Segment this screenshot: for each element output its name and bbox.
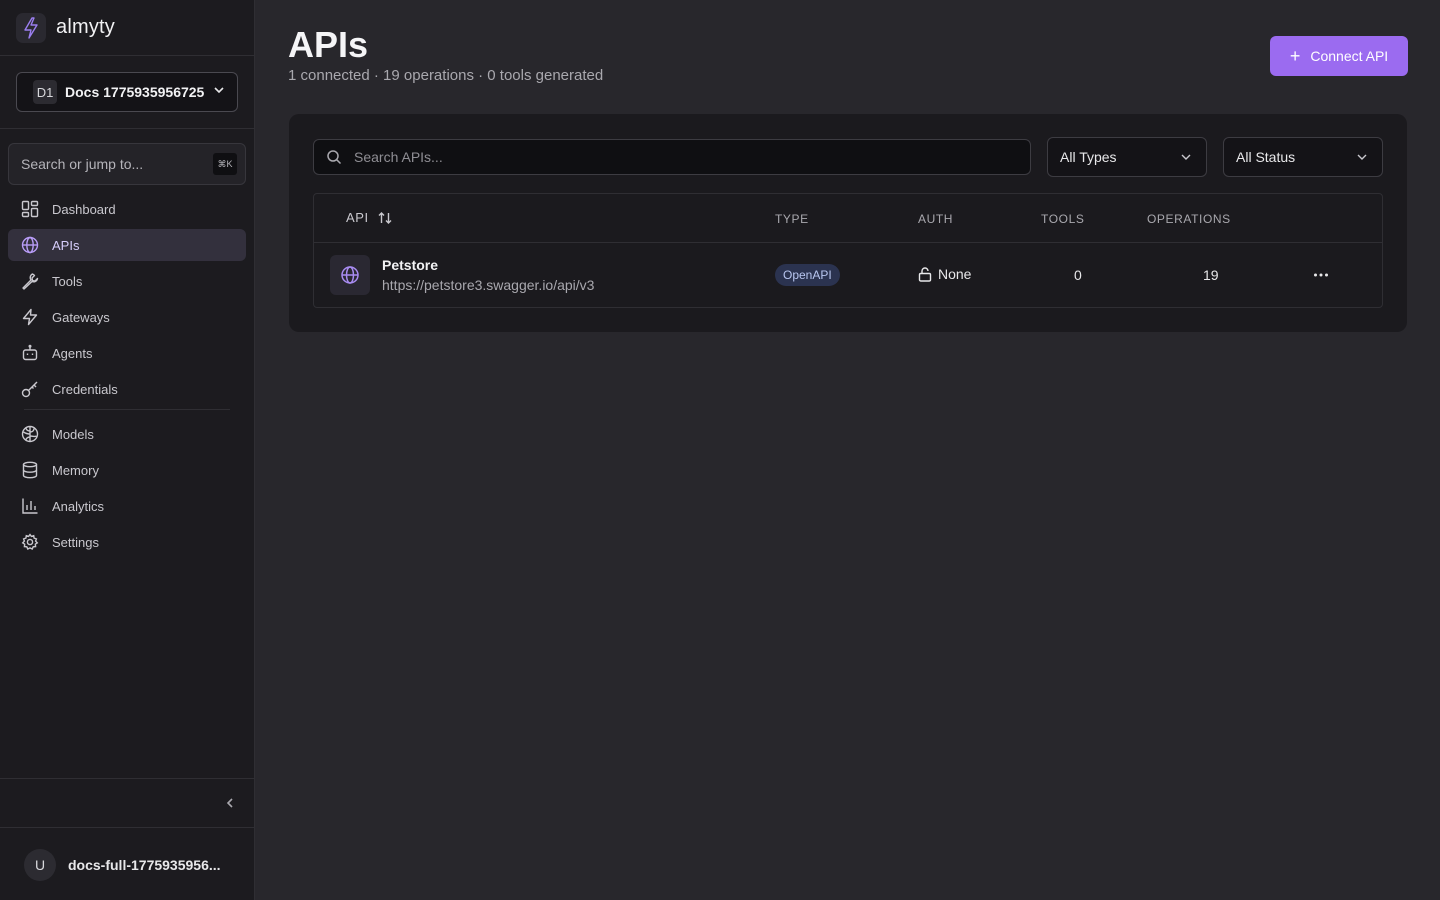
bolt-icon [20,307,40,327]
sidebar-item-dashboard[interactable]: Dashboard [8,193,246,225]
sidebar-item-agents[interactable]: Agents [8,337,246,369]
page-title: APIs [288,24,369,65]
api-url: https://petstore3.swagger.io/api/v3 [382,277,595,293]
api-type-badge: OpenAPI [775,264,840,286]
column-header-tools: TOOLS [1041,212,1085,226]
sidebar-item-label: Settings [52,534,99,550]
sidebar-item-memory[interactable]: Memory [8,454,246,486]
status-filter-select[interactable]: All Status [1223,137,1383,177]
robot-icon [20,343,40,363]
api-search-input[interactable] [354,149,994,165]
operations-count: 19 [1203,267,1219,283]
chevron-down-icon [1357,154,1367,160]
sidebar-item-settings[interactable]: Settings [8,526,246,558]
sidebar-search-placeholder: Search or jump to... [21,156,144,172]
user-menu[interactable]: U docs-full-1775935956... [0,829,254,900]
column-header-type: TYPE [775,212,809,226]
connect-api-label: Connect API [1310,48,1389,64]
status-filter-value: All Status [1236,149,1296,165]
sidebar-item-label: Dashboard [52,201,116,217]
column-header-auth: AUTH [918,212,954,226]
sidebar-item-label: APIs [52,237,80,253]
column-label: API [346,210,369,225]
more-horizontal-icon [1314,273,1328,277]
database-icon [20,460,40,480]
brain-icon [20,424,40,444]
unlock-icon [918,266,932,282]
user-name: docs-full-1775935956... [68,856,221,873]
sidebar-item-label: Gateways [52,309,110,325]
sidebar-item-label: Models [52,426,94,442]
chevron-left-icon [226,798,233,808]
avatar: U [24,848,56,881]
chevron-down-icon [1181,154,1191,160]
column-header-api[interactable]: API [346,210,393,225]
gear-icon [20,532,40,552]
sidebar-item-credentials[interactable]: Credentials [8,373,246,405]
column-header-operations: OPERATIONS [1147,212,1231,226]
sidebar-item-tools[interactable]: Tools [8,265,246,297]
brand: almyty [0,0,254,56]
search-icon [326,149,342,165]
api-search-box[interactable] [313,139,1031,175]
apis-panel: All Types All Status API TYPE AUTH TOOLS… [289,114,1407,332]
auth-cell: None [918,266,971,282]
table-row[interactable]: Petstore https://petstore3.swagger.io/ap… [314,243,1382,307]
table-header: API TYPE AUTH TOOLS OPERATIONS [314,194,1382,243]
sidebar-item-label: Memory [52,462,99,478]
sidebar-item-analytics[interactable]: Analytics [8,490,246,522]
wrench-icon [20,271,40,291]
bar-chart-icon [20,496,40,516]
app-name: almyty [56,16,115,38]
connect-api-button[interactable]: + Connect API [1270,36,1408,76]
globe-icon [20,235,40,255]
shortcut-badge: ⌘K [213,153,237,175]
key-icon [20,379,40,399]
sort-icon[interactable] [377,211,393,225]
sidebar-item-apis[interactable]: APIs [8,229,246,261]
row-actions-button[interactable] [1310,264,1332,286]
type-filter-select[interactable]: All Types [1047,137,1207,177]
tools-count: 0 [1074,267,1082,283]
api-name[interactable]: Petstore [382,257,438,273]
sidebar-item-label: Tools [52,273,83,289]
auth-value: None [938,266,972,282]
workspace-section: D1 Docs 1775935956725 [0,56,254,129]
plus-icon: + [1289,46,1301,66]
apis-table: API TYPE AUTH TOOLS OPERATIONS Petstore … [313,193,1383,308]
sidebar: almyty D1 Docs 1775935956725 Search or j… [0,0,255,900]
collapse-sidebar-button[interactable] [224,797,236,809]
bolt-logo-icon [16,12,46,43]
sidebar-item-label: Analytics [52,498,105,514]
globe-icon [330,255,370,295]
chevron-down-icon [213,83,225,101]
type-filter-value: All Types [1060,149,1117,165]
nav-divider [24,409,230,410]
sidebar-search[interactable]: Search or jump to... ⌘K [8,143,246,185]
workspace-selector[interactable]: D1 Docs 1775935956725 [16,72,238,112]
sidebar-item-label: Agents [52,345,93,361]
workspace-badge: D1 [33,80,57,104]
workspace-name: Docs 1775935956725 [65,84,205,100]
dashboard-icon [20,199,40,219]
main-content: APIs 1 connected · 19 operations · 0 too… [256,0,1440,900]
collapse-bar [0,778,254,828]
sidebar-nav: Dashboard APIs Tools Gateways Agents Cre… [0,193,254,558]
sidebar-item-models[interactable]: Models [8,418,246,450]
sidebar-item-gateways[interactable]: Gateways [8,301,246,333]
sidebar-item-label: Credentials [52,381,118,397]
page-subtitle: 1 connected · 19 operations · 0 tools ge… [288,67,604,84]
